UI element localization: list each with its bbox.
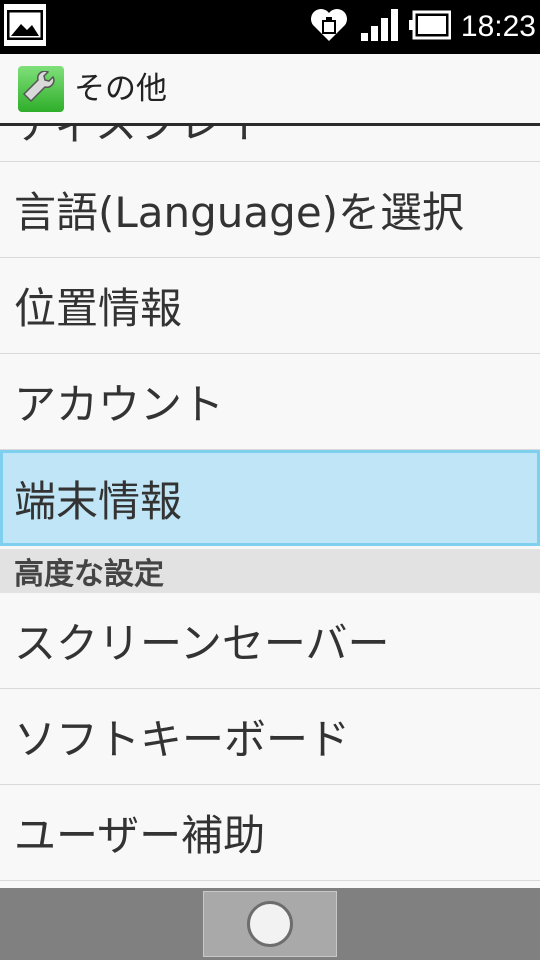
list-item-partial[interactable]: ディスプレイ bbox=[0, 126, 540, 162]
list-item-label: 位置情報 bbox=[14, 284, 183, 333]
title-bar: その他 bbox=[0, 54, 540, 126]
list-item-device-info[interactable]: 端末情報 bbox=[0, 450, 540, 546]
list-item-label: アカウント bbox=[14, 380, 225, 429]
list-item-label: ディスプレイ bbox=[14, 126, 263, 151]
section-header-advanced: 高度な設定 bbox=[0, 549, 540, 593]
list-item-location[interactable]: 位置情報 bbox=[0, 258, 540, 354]
battery-icon bbox=[408, 10, 452, 44]
section-header-label: 高度な設定 bbox=[14, 557, 164, 592]
home-button[interactable] bbox=[203, 891, 337, 957]
list-item-label: 言語(Language)を選択 bbox=[14, 188, 465, 237]
list-item-soft-keyboard[interactable]: ソフトキーボード bbox=[0, 689, 540, 785]
list-item-label: スクリーンセーバー bbox=[14, 619, 390, 668]
navigation-bar bbox=[0, 888, 540, 960]
list-item-label: ユーザー補助 bbox=[14, 811, 266, 860]
clock: 18:23 bbox=[460, 10, 536, 43]
list-item-account[interactable]: アカウント bbox=[0, 354, 540, 450]
status-bar: 18:23 bbox=[0, 0, 540, 54]
signal-icon bbox=[359, 7, 399, 47]
image-icon bbox=[2, 2, 48, 48]
list-item-label: 端末情報 bbox=[14, 476, 183, 526]
list-item-screensaver[interactable]: スクリーンセーバー bbox=[0, 593, 540, 689]
page-title: その他 bbox=[74, 71, 167, 107]
list-item-language[interactable]: 言語(Language)を選択 bbox=[0, 162, 540, 258]
heart-battery-icon bbox=[309, 5, 349, 49]
home-icon bbox=[247, 901, 293, 947]
wrench-icon bbox=[18, 66, 64, 112]
list-item-label: ソフトキーボード bbox=[14, 715, 351, 764]
settings-list[interactable]: ディスプレイ 言語(Language)を選択 位置情報 アカウント 端末情報 高… bbox=[0, 126, 540, 888]
list-item-accessibility[interactable]: ユーザー補助 bbox=[0, 785, 540, 881]
